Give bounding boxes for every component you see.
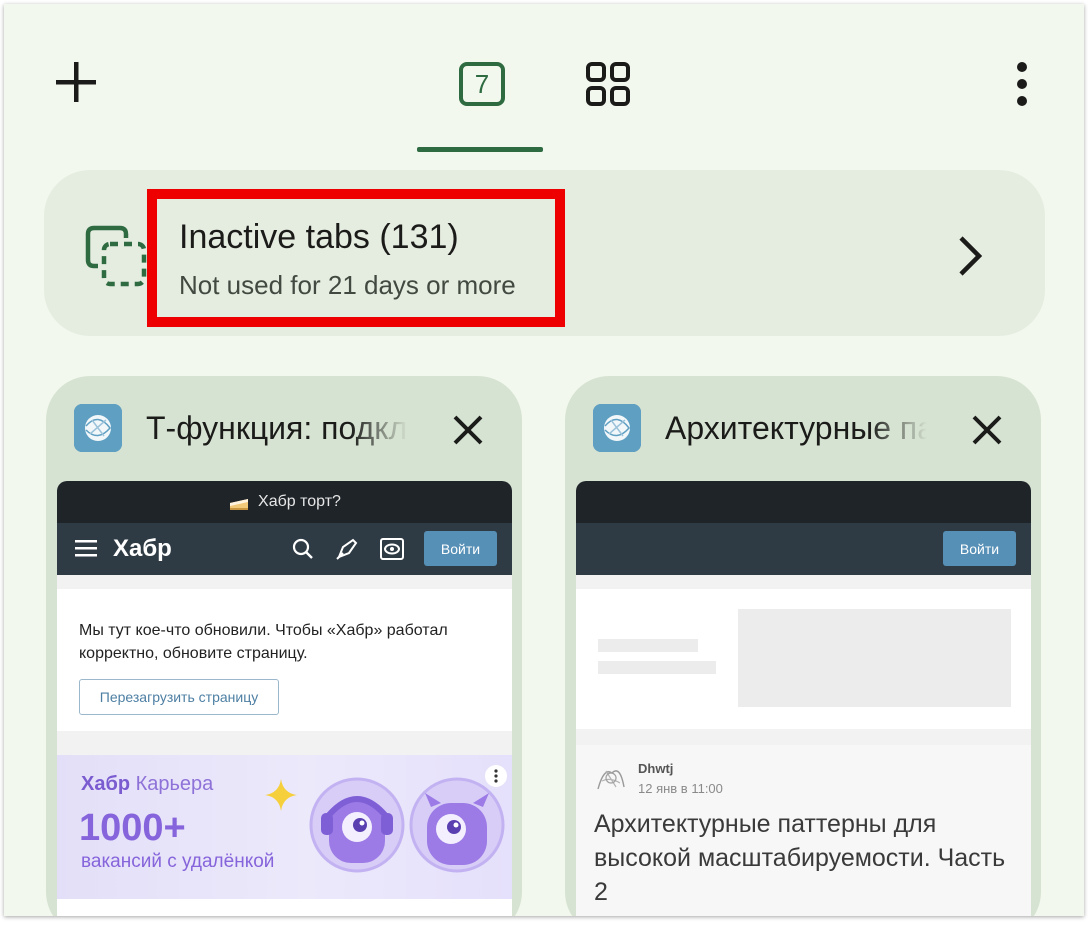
tab-groups-icon [586,62,630,106]
tab-card[interactable]: Т-функция: подключ Хабр торт? [46,376,522,916]
tab-thumbnail: Хабр торт? Хабр Войти Мы тут кое-что обн… [57,481,512,916]
search-icon [292,538,313,559]
thumbnail-banner-text: Хабр торт? [258,493,341,510]
thumbnail-update-message: Мы тут кое-что обновили. Чтобы «Хабр» ра… [79,622,448,662]
tab-title: Т-функция: подключ [146,410,408,446]
ad-options-icon [485,765,507,787]
close-tab-button[interactable] [446,408,490,452]
more-vert-icon [1017,62,1027,106]
inactive-tabs-icon [85,225,147,287]
habr-favicon-icon [593,404,641,452]
more-options-button[interactable] [996,48,1048,120]
author-avatar-icon [594,761,628,795]
ad-brand-bold: Хабр [81,773,131,795]
sparkle-icon [265,779,297,811]
thumbnail-reload-button: Перезагрузить страницу [79,679,279,715]
inactive-tabs-card[interactable]: Inactive tabs (131) Not used for 21 days… [44,170,1045,336]
thumbnail-logo: Хабр [113,535,172,562]
ad-brand-text: Карьера [135,773,214,795]
ad-brand: Хабр Карьера [81,773,213,796]
post-title: Архитектурные паттерны для высокой масшт… [594,810,1006,906]
skeleton-placeholder [598,661,716,674]
skeleton-placeholder [598,639,698,652]
tab-switcher-toolbar: 7 [4,4,1084,154]
thumbnail-login-button: Войти [943,531,1016,566]
thumbnail-separator [57,575,512,589]
plus-icon [56,62,96,102]
tab-thumbnail: Войти Dhwtj 12 янв в 11:00 Архитектурные… [576,481,1031,916]
robot-mascot-icon [409,777,505,873]
selected-page-indicator [417,147,543,152]
skeleton-placeholder [738,609,1011,707]
new-tab-button[interactable] [46,52,106,112]
tab-groups-button[interactable] [572,48,644,120]
thumbnail-header: Хабр Войти [57,523,512,575]
habr-favicon-icon [74,404,122,452]
tab-switcher-screen: 7 Inactive tabs (131) Not used for 21 da… [4,4,1084,916]
tab-count-icon: 7 [459,62,505,106]
thumbnail-login-button: Войти [424,531,497,566]
thumbnail-post: Dhwtj 12 янв в 11:00 Архитектурные патте… [576,745,1031,916]
close-icon [453,415,483,445]
tab-title: Архитектурные паттерны [665,410,927,446]
ad-headline: 1000+ [79,807,186,849]
cake-icon [230,499,249,510]
ad-subline: вакансий с удалёнкой [81,851,275,872]
reading-mode-icon [380,538,404,560]
thumbnail-top-banner: Хабр торт? [57,481,512,523]
thumbnail-separator [576,729,1031,745]
tabs-page-button[interactable]: 7 [446,48,518,120]
post-author: Dhwtj [638,761,674,776]
thumbnail-header: Войти [576,523,1031,575]
close-icon [972,415,1002,445]
inactive-tabs-title: Inactive tabs (131) [179,218,459,256]
menu-icon [75,540,97,557]
close-tab-button[interactable] [965,408,1009,452]
highlight-annotation [147,189,565,327]
tab-card[interactable]: Архитектурные паттерны Войти [565,376,1041,916]
thumbnail-separator [57,731,512,755]
thumbnail-ad-banner: Хабр Карьера 1000+ вакансий с удалёнкой [57,755,512,899]
thumbnail-top-banner [576,481,1031,523]
inactive-tabs-subtitle: Not used for 21 days or more [179,270,516,300]
write-icon [336,538,358,560]
post-date: 12 янв в 11:00 [638,781,723,796]
thumbnail-separator [576,575,1031,589]
tab-count-value: 7 [474,68,490,99]
chevron-right-icon [959,236,983,276]
robot-mascot-icon [309,777,405,873]
